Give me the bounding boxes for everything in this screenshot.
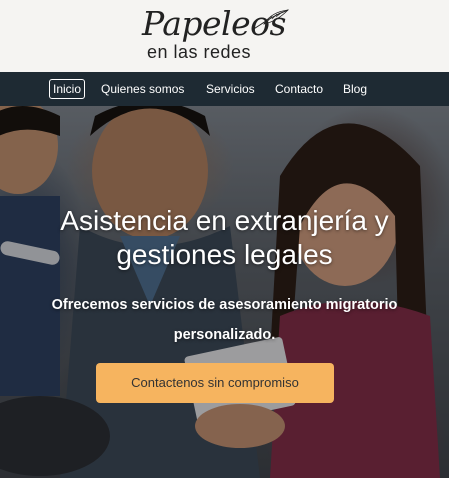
contact-cta-button[interactable]: Contactenos sin compromiso [96,363,334,403]
nav-item-servicios[interactable]: Servicios [206,80,255,98]
site-header: Papeleos en las redes [0,0,449,72]
logo-subtitle: en las redes [147,42,252,62]
hero-title-line2: gestiones legales [116,239,333,270]
hero-title-line1: Asistencia en extranjería y [60,205,389,236]
logo[interactable]: Papeleos en las redes [130,4,320,68]
hero-subtitle: Ofrecemos servicios de asesoramiento mig… [14,290,435,350]
hero-subtitle-line1: Ofrecemos servicios de asesoramiento mig… [51,297,398,313]
nav-item-blog[interactable]: Blog [343,80,367,98]
nav-item-quienes-somos[interactable]: Quienes somos [101,80,184,98]
main-nav: Inicio Quienes somos Servicios Contacto … [0,72,449,106]
nav-item-inicio[interactable]: Inicio [49,79,86,99]
hero-subtitle-line2: personalizado. [173,327,276,343]
nav-item-contacto[interactable]: Contacto [275,80,323,98]
feather-icon [251,9,290,31]
hero-section: Asistencia en extranjería y gestiones le… [0,106,449,478]
hero-title: Asistencia en extranjería y gestiones le… [0,204,449,272]
